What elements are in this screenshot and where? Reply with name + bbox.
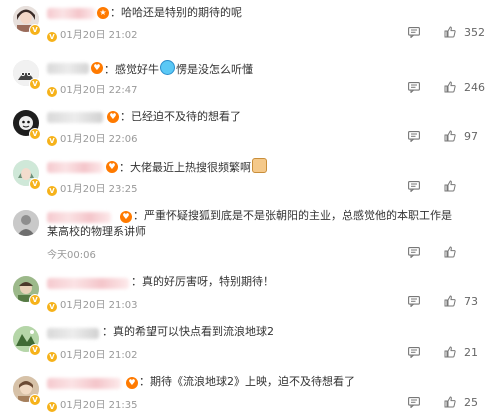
like-count: 246 bbox=[464, 81, 485, 94]
like-count: 352 bbox=[464, 26, 485, 39]
verified-icon: V bbox=[47, 302, 57, 312]
comment-text: ：哈哈还是特别的期待的呢 bbox=[110, 6, 242, 19]
username-redacted[interactable] bbox=[47, 63, 89, 74]
comment-item: V ：真的好厉害呀，特别期待！ V 01月20日 21:03 73 bbox=[0, 268, 500, 318]
verified-badge-icon: V bbox=[29, 344, 41, 356]
reply-icon[interactable] bbox=[408, 27, 420, 38]
comment-date: V 01月20日 21:02 bbox=[47, 26, 137, 42]
comment-date: V 01月20日 21:03 bbox=[47, 296, 137, 312]
comment-date: 今天00:06 bbox=[47, 250, 96, 261]
like-icon[interactable] bbox=[444, 180, 456, 192]
level-badge-icon: ★ bbox=[97, 7, 109, 19]
like-icon[interactable] bbox=[444, 246, 456, 258]
comment-text: ：真的希望可以快点看到流浪地球2 bbox=[102, 325, 274, 338]
username-redacted[interactable] bbox=[47, 328, 99, 339]
level-badge-icon: ♥ bbox=[106, 161, 118, 173]
comment-text: ：真的好厉害呀，特别期待！ bbox=[131, 275, 274, 288]
verified-icon: V bbox=[47, 32, 57, 42]
reply-icon[interactable] bbox=[408, 131, 420, 142]
comment-item: ♥ ：严重怀疑搜狐到底是不是张朝阳的主业，总感觉他的本职工作是某高校的物理系讲师… bbox=[0, 202, 500, 268]
like-icon[interactable] bbox=[444, 346, 456, 358]
reply-icon[interactable] bbox=[408, 82, 420, 93]
verified-badge-icon: V bbox=[29, 78, 41, 90]
like-icon[interactable] bbox=[444, 130, 456, 142]
cat-emoji-icon bbox=[252, 158, 267, 173]
comment-date: V 01月20日 22:47 bbox=[47, 81, 137, 97]
like-count: 21 bbox=[464, 346, 478, 359]
username-redacted[interactable] bbox=[47, 378, 121, 389]
comment-date: V 01月20日 23:25 bbox=[47, 180, 137, 196]
username-redacted[interactable] bbox=[47, 8, 95, 19]
level-badge-icon: ♥ bbox=[91, 62, 103, 74]
reply-icon[interactable] bbox=[408, 181, 420, 192]
comment-text: ：严重怀疑搜狐到底是不是张朝阳的主业，总感觉他的本职工作是某高校的物理系讲师 bbox=[47, 209, 452, 238]
reply-icon[interactable] bbox=[408, 247, 420, 258]
username-redacted[interactable] bbox=[47, 278, 129, 289]
comment-item: V ★ ：哈哈还是特别的期待的呢 V 01月20日 21:02 352 bbox=[0, 0, 500, 50]
verified-icon: V bbox=[47, 136, 57, 146]
like-icon[interactable] bbox=[444, 81, 456, 93]
comment-text: ：大佬最近上热搜很频繁啊 bbox=[119, 158, 268, 176]
verified-icon: V bbox=[47, 87, 57, 97]
verified-badge-icon: V bbox=[29, 394, 41, 406]
comment-item: V ♥ ：期待《流浪地球2》上映，迫不及待想看了 V 01月20日 21:35 2… bbox=[0, 368, 500, 418]
comment-item: V ：真的希望可以快点看到流浪地球2 V 01月20日 21:02 21 bbox=[0, 318, 500, 368]
like-count: 97 bbox=[464, 130, 478, 143]
like-icon[interactable] bbox=[444, 295, 456, 307]
username-redacted[interactable] bbox=[47, 162, 103, 173]
like-icon[interactable] bbox=[444, 396, 456, 408]
comment-text: ：感觉好牛 愣是没怎么听懂 bbox=[104, 60, 253, 78]
verified-badge-icon: V bbox=[29, 24, 41, 36]
username-redacted[interactable] bbox=[47, 112, 103, 123]
comment-date: V 01月20日 22:06 bbox=[47, 130, 137, 146]
verified-icon: V bbox=[47, 402, 57, 412]
comment-date: V 01月20日 21:35 bbox=[47, 396, 137, 412]
like-count: 25 bbox=[464, 396, 478, 409]
verified-icon: V bbox=[47, 352, 57, 362]
reply-icon[interactable] bbox=[408, 296, 420, 307]
comment-item: V ♥ ：大佬最近上热搜很频繁啊 V 01月20日 23:25 bbox=[0, 152, 500, 202]
like-icon[interactable] bbox=[444, 26, 456, 38]
comment-item: V ♥ ：已经迫不及待的想看了 V 01月20日 22:06 97 bbox=[0, 100, 500, 152]
comment-date: V 01月20日 21:02 bbox=[47, 346, 137, 362]
verified-badge-icon: V bbox=[29, 178, 41, 190]
comment-text: ：已经迫不及待的想看了 bbox=[120, 110, 241, 123]
reply-icon[interactable] bbox=[408, 397, 420, 408]
avatar[interactable] bbox=[13, 210, 39, 236]
verified-badge-icon: V bbox=[29, 294, 41, 306]
verified-badge-icon: V bbox=[29, 128, 41, 140]
level-badge-icon: ♥ bbox=[107, 111, 119, 123]
comment-text: ：期待《流浪地球2》上映，迫不及待想看了 bbox=[139, 375, 355, 388]
like-count: 73 bbox=[464, 295, 478, 308]
verified-icon: V bbox=[47, 186, 57, 196]
thinking-emoji-icon bbox=[160, 60, 175, 75]
level-badge-icon: ♥ bbox=[126, 377, 138, 389]
comment-item: V ♥ ：感觉好牛 愣是没怎么听懂 V 01月20日 22:47 246 bbox=[0, 50, 500, 100]
reply-icon[interactable] bbox=[408, 347, 420, 358]
